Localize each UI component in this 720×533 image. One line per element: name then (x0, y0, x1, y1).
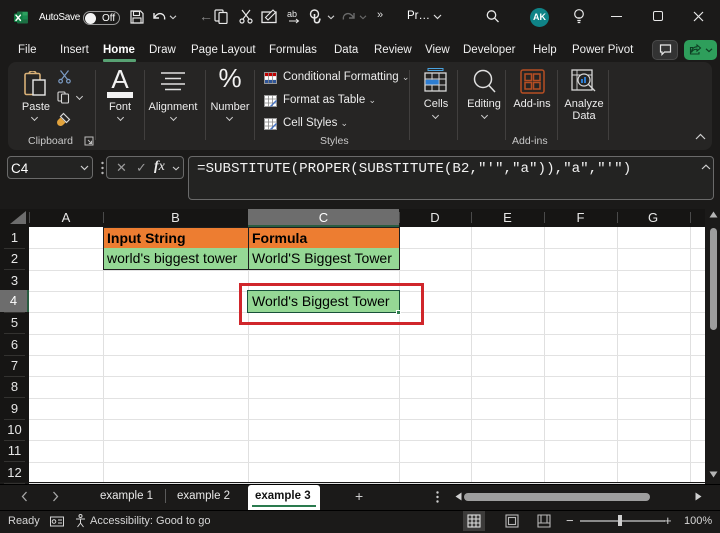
svg-text:ab: ab (287, 9, 297, 19)
